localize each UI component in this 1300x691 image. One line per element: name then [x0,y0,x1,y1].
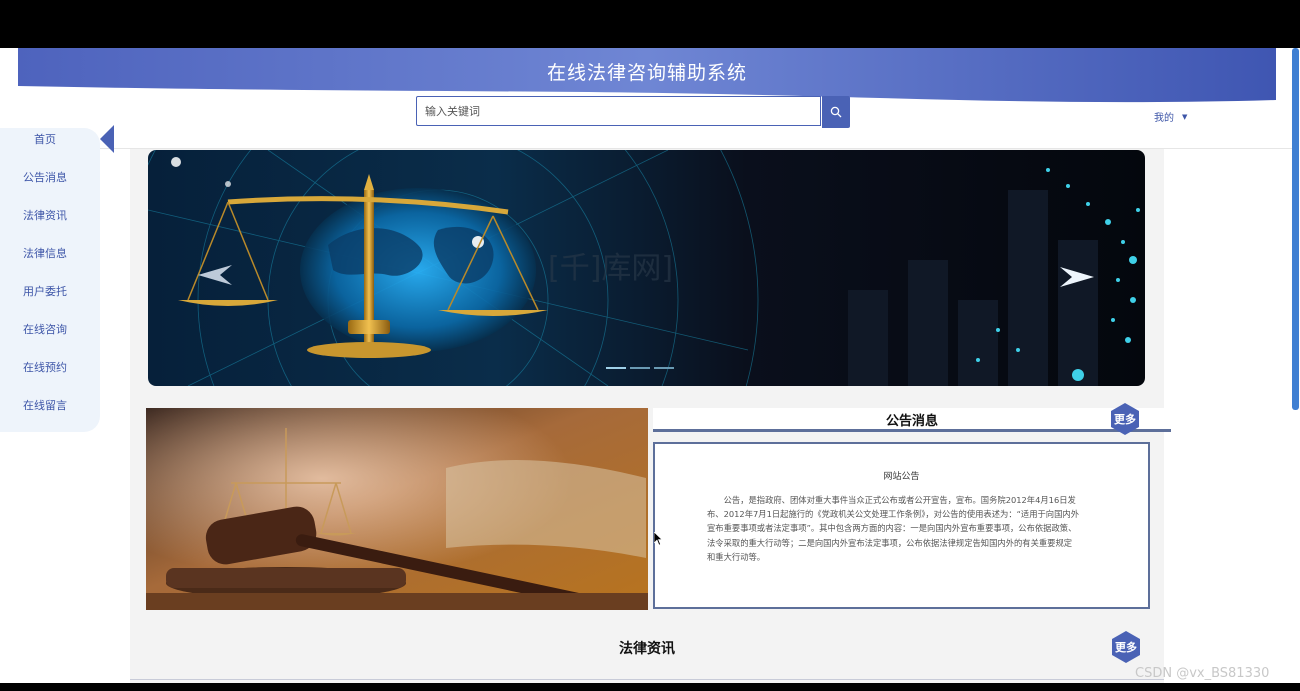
site-title: 在线法律咨询辅助系统 [546,62,747,84]
section-divider [130,679,1164,680]
notice-section-title: 公告消息 [885,414,938,429]
sidebar-item-online-message[interactable]: 在线留言 [0,397,90,413]
carousel-dot[interactable] [630,367,650,369]
notice-card[interactable]: 网站公告 公告，是指政府、团体对重大事件当众正式公布或者公开宣告，宣布。国务院2… [653,442,1150,609]
search-button[interactable] [822,96,850,128]
carousel-dot[interactable] [606,367,626,369]
notice-more-button[interactable]: 更多 [1108,402,1142,436]
mouse-cursor-icon [654,532,663,546]
notice-item-body: 公告，是指政府、团体对重大事件当众正式公布或者公开宣告，宣布。国务院2012年4… [707,495,1079,562]
screen-bottom-bar [0,683,1300,691]
caret-down-icon: ▼ [1182,112,1188,121]
user-menu[interactable]: 我的 ▼ [1154,109,1188,125]
user-menu-label: 我的 [1154,113,1174,124]
gavel-image [146,408,648,610]
sidebar-item-notices[interactable]: 公告消息 [0,169,90,185]
sidebar-nav: 首页 公告消息 法律资讯 法律信息 用户委托 在线咨询 在线预约 在线留言 [0,128,100,432]
watermark-text: CSDN @vx_BS81330 [1135,666,1270,681]
sidebar-item-law-news[interactable]: 法律资讯 [0,207,90,223]
sidebar-item-law-info[interactable]: 法律信息 [0,245,90,261]
sidebar-item-user-commission[interactable]: 用户委托 [0,283,90,299]
active-indicator-arrow [100,125,114,153]
banner-image-scales: [千]库网] [148,150,1145,386]
svg-text:[千]库网]: [千]库网] [548,251,673,286]
notice-title-underline [653,429,1171,432]
sidebar-item-home[interactable]: 首页 [0,131,90,147]
carousel-indicators [606,367,674,369]
sidebar-item-online-booking[interactable]: 在线预约 [0,359,90,375]
carousel-prev-arrow-icon[interactable] [198,265,232,285]
sidebar-item-online-consult[interactable]: 在线咨询 [0,321,90,337]
notice-item-title: 网站公告 [883,472,920,482]
notice-more-label: 更多 [1114,413,1136,426]
carousel-next-arrow-icon[interactable] [1060,267,1094,287]
law-news-more-button[interactable]: 更多 [1109,630,1143,664]
law-news-section-title: 法律资讯 [619,641,675,657]
search-icon [830,106,842,118]
screen-top-bar [0,0,1300,48]
page-scrollbar[interactable] [1292,48,1299,410]
law-news-more-label: 更多 [1115,641,1137,654]
search-input[interactable] [416,96,821,126]
carousel-dot[interactable] [654,367,674,369]
banner-carousel[interactable]: [千]库网] [148,150,1145,386]
